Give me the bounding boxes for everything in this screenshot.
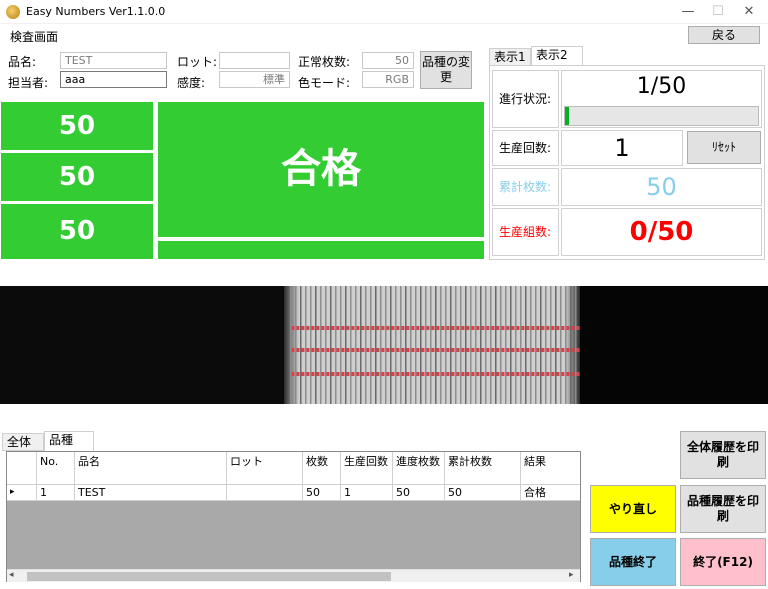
horizontal-scrollbar[interactable]: ◂ ▸ [7,569,580,582]
sets-value: 0/50 [561,208,762,256]
sets-label: 生産組数: [492,208,559,256]
grid-header-result: 結果 [521,452,580,485]
tab-display-2[interactable]: 表示2 [531,46,583,66]
lot-field [219,52,290,69]
table-cell[interactable]: 50 [303,485,341,501]
scroll-left-icon[interactable]: ◂ [9,570,14,580]
color-mode-field: RGB [362,71,414,88]
exit-button[interactable]: 終了(F12) [680,538,766,586]
cumulative-label: 累計枚数: [492,168,559,206]
history-grid[interactable]: No. 品名 ロット 枚数 生産回数 進度枚数 累計枚数 結果 ▸ 1 TEST… [6,451,581,582]
tab-product[interactable]: 品種 [44,431,94,452]
card-stack-image [284,286,768,404]
color-mode-label: 色モード: [298,76,351,90]
table-cell[interactable]: 合格 [521,485,580,501]
grid-header-production: 生産回数 [341,452,393,485]
table-cell[interactable]: 1 [37,485,75,501]
grid-header-progress: 進度枚数 [393,452,445,485]
cumulative-value: 50 [561,168,762,206]
camera-image [0,286,768,404]
counter-3: 50 [1,204,153,259]
normal-count-field: 50 [362,52,414,69]
person-label: 担当者: [8,76,49,90]
scrollbar-thumb[interactable] [27,572,391,581]
row-marker: ▸ [7,485,37,501]
production-count-value: 1 [561,130,683,166]
grid-header-count: 枚数 [303,452,341,485]
grid-header-cumulative: 累計枚数 [445,452,521,485]
app-icon [6,5,20,19]
verdict-display: 合格 [158,102,484,237]
grid-header-name: 品名 [75,452,227,485]
progress-label: 進行状況: [492,70,559,128]
grid-corner [7,452,37,485]
verdict-bar [158,241,484,259]
back-button[interactable]: 戻る [688,26,760,44]
tab-display-1[interactable]: 表示1 [489,48,531,66]
lot-label: ロット: [177,55,218,69]
product-name-field: TEST [60,52,167,69]
normal-count-label: 正常枚数: [298,55,351,69]
window-title: Easy Numbers Ver1.1.0.0 [26,5,166,18]
table-cell[interactable]: 50 [393,485,445,501]
print-product-history-button[interactable]: 品種履歴を印刷 [680,485,766,533]
sensitivity-field: 標準 [219,71,290,88]
close-icon[interactable]: ✕ [734,2,764,22]
progress-bar [564,106,759,126]
reset-button[interactable]: ﾘｾｯﾄ [687,131,761,164]
grid-header-no: No. [37,452,75,485]
counter-1: 50 [1,102,153,150]
sensitivity-label: 感度: [177,76,206,90]
tab-all[interactable]: 全体 [2,433,44,451]
progress-fill [565,107,569,125]
redo-button[interactable]: やり直し [590,485,676,533]
print-all-history-button[interactable]: 全体履歴を印刷 [680,431,766,479]
maximize-icon[interactable]: ☐ [703,2,733,22]
scroll-right-icon[interactable]: ▸ [569,570,574,580]
change-product-button[interactable]: 品種の変更 [420,51,472,89]
production-count-label: 生産回数: [492,130,559,166]
person-field[interactable]: aaa [60,71,167,88]
table-cell[interactable]: 50 [445,485,521,501]
screen-title: 検査画面 [10,30,59,44]
minimize-icon[interactable]: — [673,2,703,22]
progress-box: 1/50 [561,70,762,128]
table-cell[interactable]: 1 [341,485,393,501]
grid-header-lot: ロット [227,452,303,485]
table-cell[interactable]: TEST [75,485,227,501]
progress-value: 1/50 [636,74,687,99]
product-name-label: 品名: [8,55,37,69]
product-end-button[interactable]: 品種終了 [590,538,676,586]
counter-2: 50 [1,153,153,201]
table-cell[interactable] [227,485,303,501]
